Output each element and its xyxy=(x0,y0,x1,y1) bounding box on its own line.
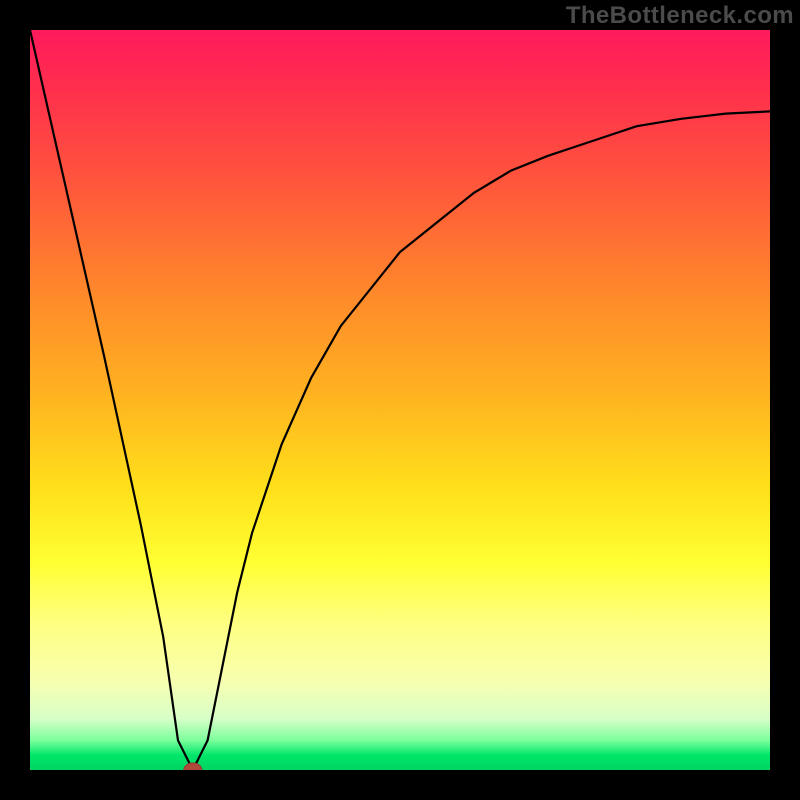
bottleneck-curve-svg xyxy=(30,30,770,770)
chart-frame: TheBottleneck.com xyxy=(0,0,800,800)
watermark-text: TheBottleneck.com xyxy=(566,2,794,30)
minimum-marker xyxy=(184,763,202,770)
bottleneck-curve-path xyxy=(30,30,770,770)
plot-area xyxy=(30,30,770,770)
